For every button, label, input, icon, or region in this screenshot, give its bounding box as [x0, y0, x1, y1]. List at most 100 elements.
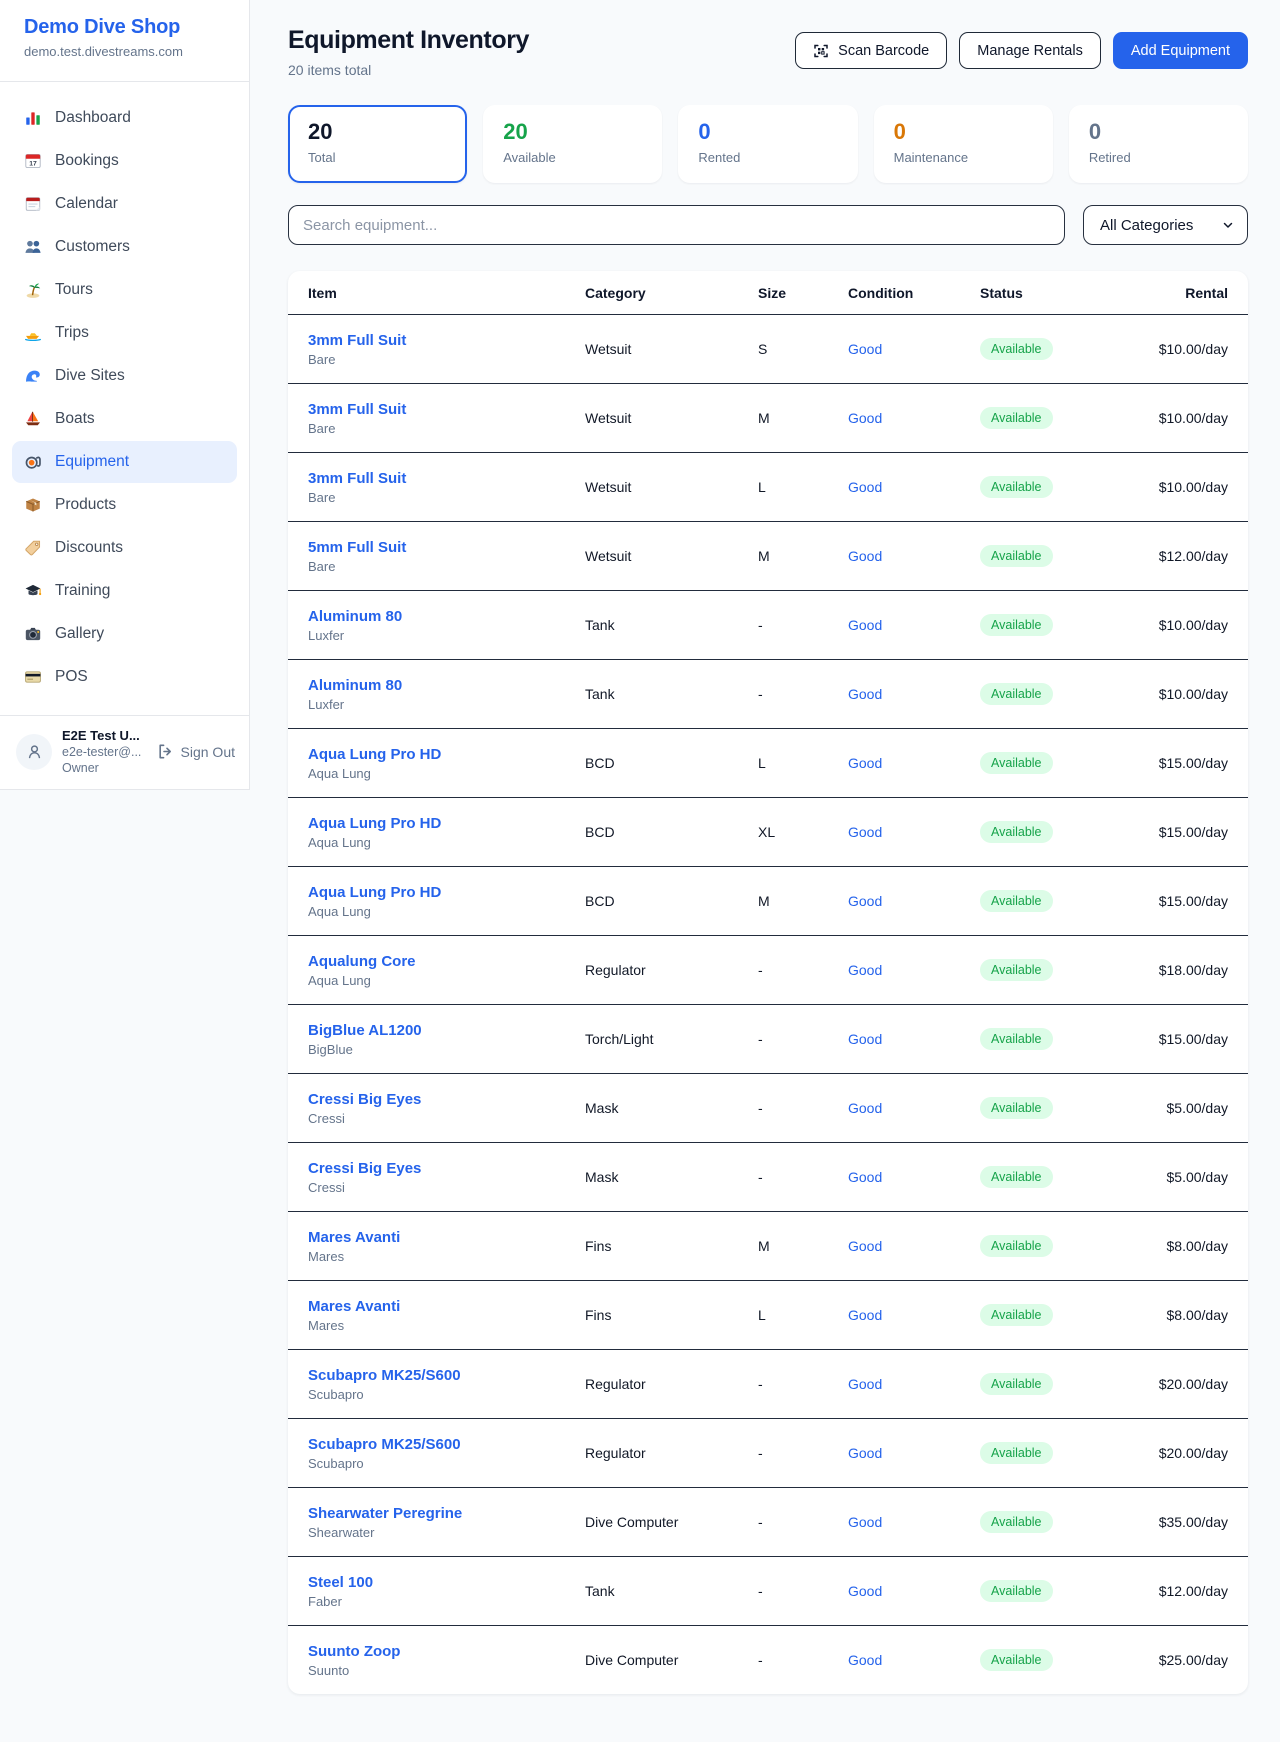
item-brand: Aqua Lung	[308, 904, 585, 919]
column-header-category: Category	[585, 285, 758, 301]
stat-card-rented[interactable]: 0 Rented	[678, 105, 857, 183]
rental-price: $8.00/day	[1130, 1307, 1228, 1323]
condition-link[interactable]: Good	[848, 1031, 882, 1047]
sidebar-nav: Dashboard 17 Bookings Calendar Customers…	[0, 82, 249, 709]
table-row: 3mm Full Suit Bare Wetsuit M Good Availa…	[288, 384, 1248, 453]
rental-price: $15.00/day	[1130, 755, 1228, 771]
category-cell: Torch/Light	[585, 1031, 758, 1047]
item-name-link[interactable]: 5mm Full Suit	[308, 539, 585, 556]
item-name-link[interactable]: Aluminum 80	[308, 677, 585, 694]
sidebar-item-gallery[interactable]: Gallery	[12, 613, 237, 655]
sidebar-item-equipment[interactable]: Equipment	[12, 441, 237, 483]
condition-link[interactable]: Good	[848, 617, 882, 633]
stat-card-total[interactable]: 20 Total	[288, 105, 467, 183]
condition-link[interactable]: Good	[848, 1583, 882, 1599]
condition-link[interactable]: Good	[848, 548, 882, 564]
sidebar-item-dashboard[interactable]: Dashboard	[12, 97, 237, 139]
table-row: Mares Avanti Mares Fins M Good Available…	[288, 1212, 1248, 1281]
sidebar-item-tours[interactable]: Tours	[12, 269, 237, 311]
condition-link[interactable]: Good	[848, 686, 882, 702]
sidebar-item-boats[interactable]: Boats	[12, 398, 237, 440]
sidebar-item-training[interactable]: Training	[12, 570, 237, 612]
sidebar-item-bookings[interactable]: 17 Bookings	[12, 140, 237, 182]
grad-cap-icon	[24, 582, 42, 600]
item-name-link[interactable]: Mares Avanti	[308, 1298, 585, 1315]
condition-link[interactable]: Good	[848, 1238, 882, 1254]
sign-out-button[interactable]: Sign Out	[157, 743, 235, 760]
brand: Demo Dive Shop demo.test.divestreams.com	[0, 0, 249, 71]
sidebar-item-label: Gallery	[55, 625, 104, 643]
status-badge: Available	[980, 752, 1053, 774]
brand-name[interactable]: Demo Dive Shop	[24, 16, 227, 39]
item-brand: Mares	[308, 1249, 585, 1264]
condition-link[interactable]: Good	[848, 755, 882, 771]
condition-link[interactable]: Good	[848, 1100, 882, 1116]
sidebar-item-pos[interactable]: POS	[12, 656, 237, 698]
item-name-link[interactable]: Suunto Zoop	[308, 1643, 585, 1660]
item-name-link[interactable]: 3mm Full Suit	[308, 332, 585, 349]
condition-link[interactable]: Good	[848, 410, 882, 426]
sidebar-item-calendar[interactable]: Calendar	[12, 183, 237, 225]
rental-price: $15.00/day	[1130, 824, 1228, 840]
size-cell: XL	[758, 824, 848, 840]
table-row: 5mm Full Suit Bare Wetsuit M Good Availa…	[288, 522, 1248, 591]
item-name-link[interactable]: Aqua Lung Pro HD	[308, 815, 585, 832]
stat-label: Maintenance	[894, 150, 1033, 165]
category-cell: Dive Computer	[585, 1652, 758, 1668]
condition-link[interactable]: Good	[848, 479, 882, 495]
item-name-link[interactable]: Aqualung Core	[308, 953, 585, 970]
sidebar-item-customers[interactable]: Customers	[12, 226, 237, 268]
item-name-link[interactable]: Scubapro MK25/S600	[308, 1436, 585, 1453]
condition-link[interactable]: Good	[848, 1652, 882, 1668]
item-name-link[interactable]: Mares Avanti	[308, 1229, 585, 1246]
category-cell: Fins	[585, 1307, 758, 1323]
item-name-link[interactable]: Aluminum 80	[308, 608, 585, 625]
item-name-link[interactable]: Cressi Big Eyes	[308, 1091, 585, 1108]
stat-card-maintenance[interactable]: 0 Maintenance	[874, 105, 1053, 183]
condition-link[interactable]: Good	[848, 1514, 882, 1530]
category-select[interactable]: All Categories	[1083, 205, 1248, 245]
condition-link[interactable]: Good	[848, 962, 882, 978]
condition-link[interactable]: Good	[848, 1307, 882, 1323]
item-name-link[interactable]: 3mm Full Suit	[308, 470, 585, 487]
item-brand: Bare	[308, 352, 585, 367]
sidebar-item-products[interactable]: Products	[12, 484, 237, 526]
stat-card-available[interactable]: 20 Available	[483, 105, 662, 183]
sidebar-item-trips[interactable]: Trips	[12, 312, 237, 354]
item-cell: Steel 100 Faber	[308, 1574, 585, 1609]
item-brand: Scubapro	[308, 1456, 585, 1471]
status-badge: Available	[980, 338, 1053, 360]
size-cell: -	[758, 1031, 848, 1047]
people-icon	[24, 238, 42, 256]
add-equipment-button[interactable]: Add Equipment	[1113, 32, 1248, 69]
item-name-link[interactable]: Scubapro MK25/S600	[308, 1367, 585, 1384]
condition-link[interactable]: Good	[848, 1376, 882, 1392]
condition-link[interactable]: Good	[848, 1169, 882, 1185]
item-name-link[interactable]: 3mm Full Suit	[308, 401, 585, 418]
search-input[interactable]	[288, 205, 1065, 245]
category-select-value: All Categories	[1100, 217, 1193, 234]
sidebar-item-discounts[interactable]: Discounts	[12, 527, 237, 569]
equipment-table: Item Category Size Condition Status Rent…	[288, 271, 1248, 1694]
condition-link[interactable]: Good	[848, 341, 882, 357]
item-name-link[interactable]: BigBlue AL1200	[308, 1022, 585, 1039]
condition-link[interactable]: Good	[848, 1445, 882, 1461]
sidebar-item-dive-sites[interactable]: Dive Sites	[12, 355, 237, 397]
item-name-link[interactable]: Steel 100	[308, 1574, 585, 1591]
item-name-link[interactable]: Aqua Lung Pro HD	[308, 884, 585, 901]
item-name-link[interactable]: Cressi Big Eyes	[308, 1160, 585, 1177]
stat-value: 0	[894, 119, 1033, 145]
scan-barcode-button[interactable]: Scan Barcode	[795, 32, 947, 69]
rental-price: $20.00/day	[1130, 1376, 1228, 1392]
status-badge: Available	[980, 821, 1053, 843]
item-name-link[interactable]: Aqua Lung Pro HD	[308, 746, 585, 763]
condition-link[interactable]: Good	[848, 893, 882, 909]
item-brand: Bare	[308, 421, 585, 436]
condition-link[interactable]: Good	[848, 824, 882, 840]
page-header: Equipment Inventory 20 items total Scan …	[288, 26, 1248, 78]
column-header-status: Status	[980, 285, 1130, 301]
item-name-link[interactable]: Shearwater Peregrine	[308, 1505, 585, 1522]
size-cell: -	[758, 1445, 848, 1461]
manage-rentals-button[interactable]: Manage Rentals	[959, 32, 1101, 69]
stat-card-retired[interactable]: 0 Retired	[1069, 105, 1248, 183]
